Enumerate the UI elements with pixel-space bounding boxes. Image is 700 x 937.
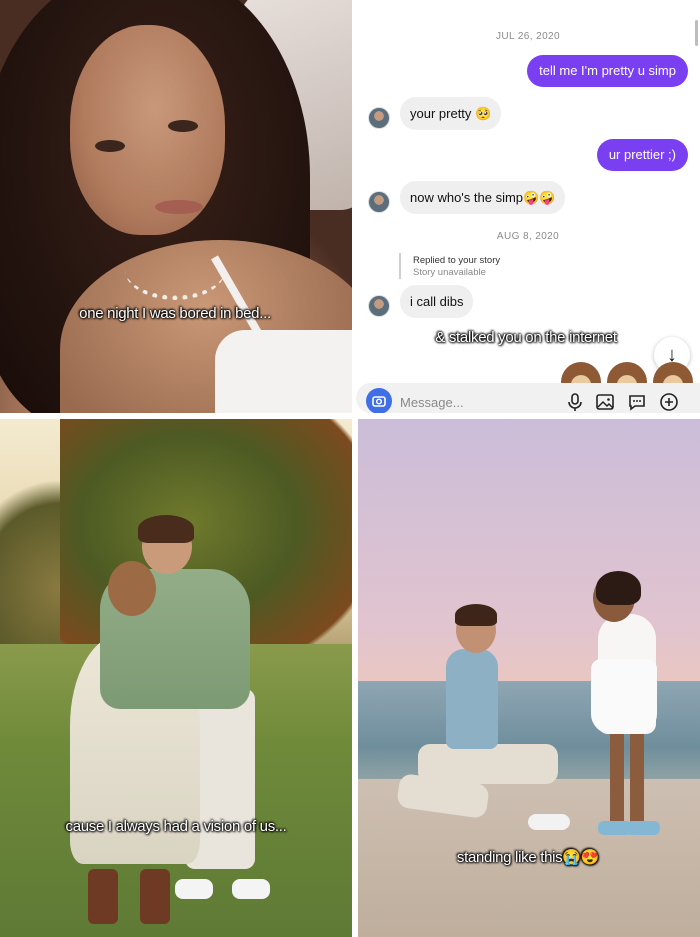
chat-overlay-caption: & stalked you on the internet [435, 329, 617, 346]
woman-hair [596, 571, 641, 605]
outgoing-message[interactable]: tell me I'm pretty u simp [527, 55, 688, 87]
gallery-icon[interactable] [595, 392, 615, 412]
pearl-necklace [125, 240, 225, 300]
hug-caption: cause I always had a vision of us... [65, 818, 287, 835]
hug-panel: cause I always had a vision of us... [0, 419, 352, 937]
left-eye [95, 140, 125, 152]
add-icon[interactable] [659, 392, 679, 412]
avatar[interactable] [368, 295, 390, 317]
proposal-panel: standing like this😭😍 [358, 419, 700, 937]
outgoing-message[interactable]: ur prettier ;) [596, 139, 688, 171]
avatar[interactable] [368, 107, 390, 129]
woman-leg [610, 729, 624, 829]
chat-panel: JUL 26, 2020 tell me I'm pretty u simp y… [356, 0, 700, 413]
face [70, 25, 225, 235]
man-shirt [446, 649, 498, 749]
reply-title: Replied to your story [413, 255, 501, 266]
camera-button[interactable] [366, 388, 392, 413]
selfie-panel: one night I was bored in bed... [0, 0, 352, 413]
mic-icon[interactable] [565, 392, 585, 412]
sticker-icon[interactable] [627, 392, 647, 412]
message-input[interactable]: Message... [400, 395, 464, 410]
reply-subtitle: Story unavailable [413, 267, 486, 278]
right-eye [168, 120, 198, 132]
woman-leg [630, 729, 644, 829]
proposal-caption: standing like this😭😍 [456, 849, 600, 866]
incoming-message[interactable]: i call dibs [400, 285, 474, 318]
camera-icon [372, 396, 386, 407]
white-top [215, 330, 352, 413]
man-hair [138, 515, 194, 543]
sneaker [232, 879, 270, 899]
selfie-caption: one night I was bored in bed... [79, 305, 271, 322]
boot [140, 869, 170, 924]
incoming-message[interactable]: your pretty 🥺 [400, 97, 502, 130]
woman-shoe [626, 821, 660, 835]
avatar[interactable] [368, 191, 390, 213]
man-hair [455, 604, 497, 626]
man-shoe [528, 814, 570, 830]
woman-head [108, 561, 156, 616]
woman-skirt [591, 659, 657, 734]
boot [88, 869, 118, 924]
mouth [155, 200, 203, 214]
sneaker [175, 879, 213, 899]
date-separator: JUL 26, 2020 [496, 31, 560, 42]
reply-indicator [399, 253, 401, 279]
date-separator: AUG 8, 2020 [496, 231, 560, 242]
incoming-message[interactable]: now who's the simp🤪🤪 [400, 181, 566, 214]
